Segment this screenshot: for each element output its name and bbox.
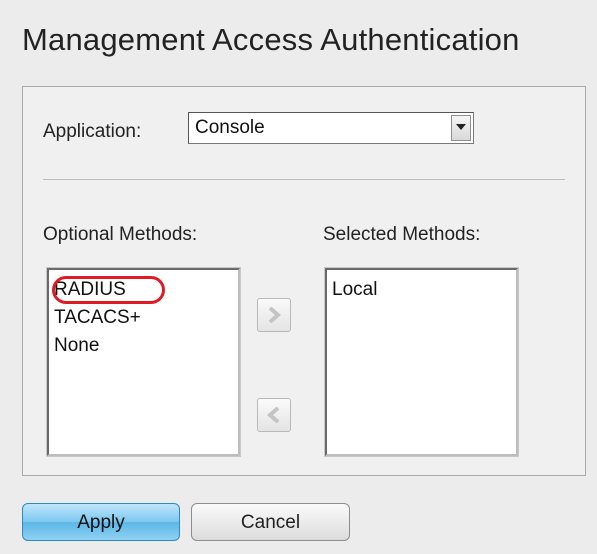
page-title: Management Access Authentication — [22, 22, 520, 57]
chevron-left-icon — [267, 407, 280, 423]
cancel-button[interactable]: Cancel — [191, 503, 350, 541]
section-divider — [43, 179, 565, 180]
authentication-panel: Application: Console Optional Methods: S… — [22, 86, 586, 476]
add-method-button[interactable] — [257, 298, 291, 332]
selected-methods-label: Selected Methods: — [323, 224, 481, 245]
application-select-value: Console — [195, 117, 265, 138]
application-label: Application: — [43, 121, 142, 142]
remove-method-button[interactable] — [257, 398, 291, 432]
chevron-right-icon — [268, 307, 281, 323]
chevron-down-icon — [456, 124, 466, 130]
optional-method-radius[interactable]: RADIUS — [52, 276, 165, 304]
highlight-ring — [52, 276, 165, 304]
apply-button[interactable]: Apply — [22, 503, 180, 541]
optional-method-none[interactable]: None — [54, 335, 99, 357]
dropdown-button[interactable] — [451, 115, 471, 141]
optional-methods-list[interactable]: RADIUS TACACS+ None — [46, 267, 241, 457]
optional-methods-label: Optional Methods: — [43, 224, 198, 245]
optional-method-tacacs[interactable]: TACACS+ — [54, 307, 141, 329]
application-select[interactable]: Console — [188, 112, 474, 144]
selected-method-local[interactable]: Local — [332, 279, 377, 301]
selected-methods-list[interactable]: Local — [324, 267, 519, 457]
